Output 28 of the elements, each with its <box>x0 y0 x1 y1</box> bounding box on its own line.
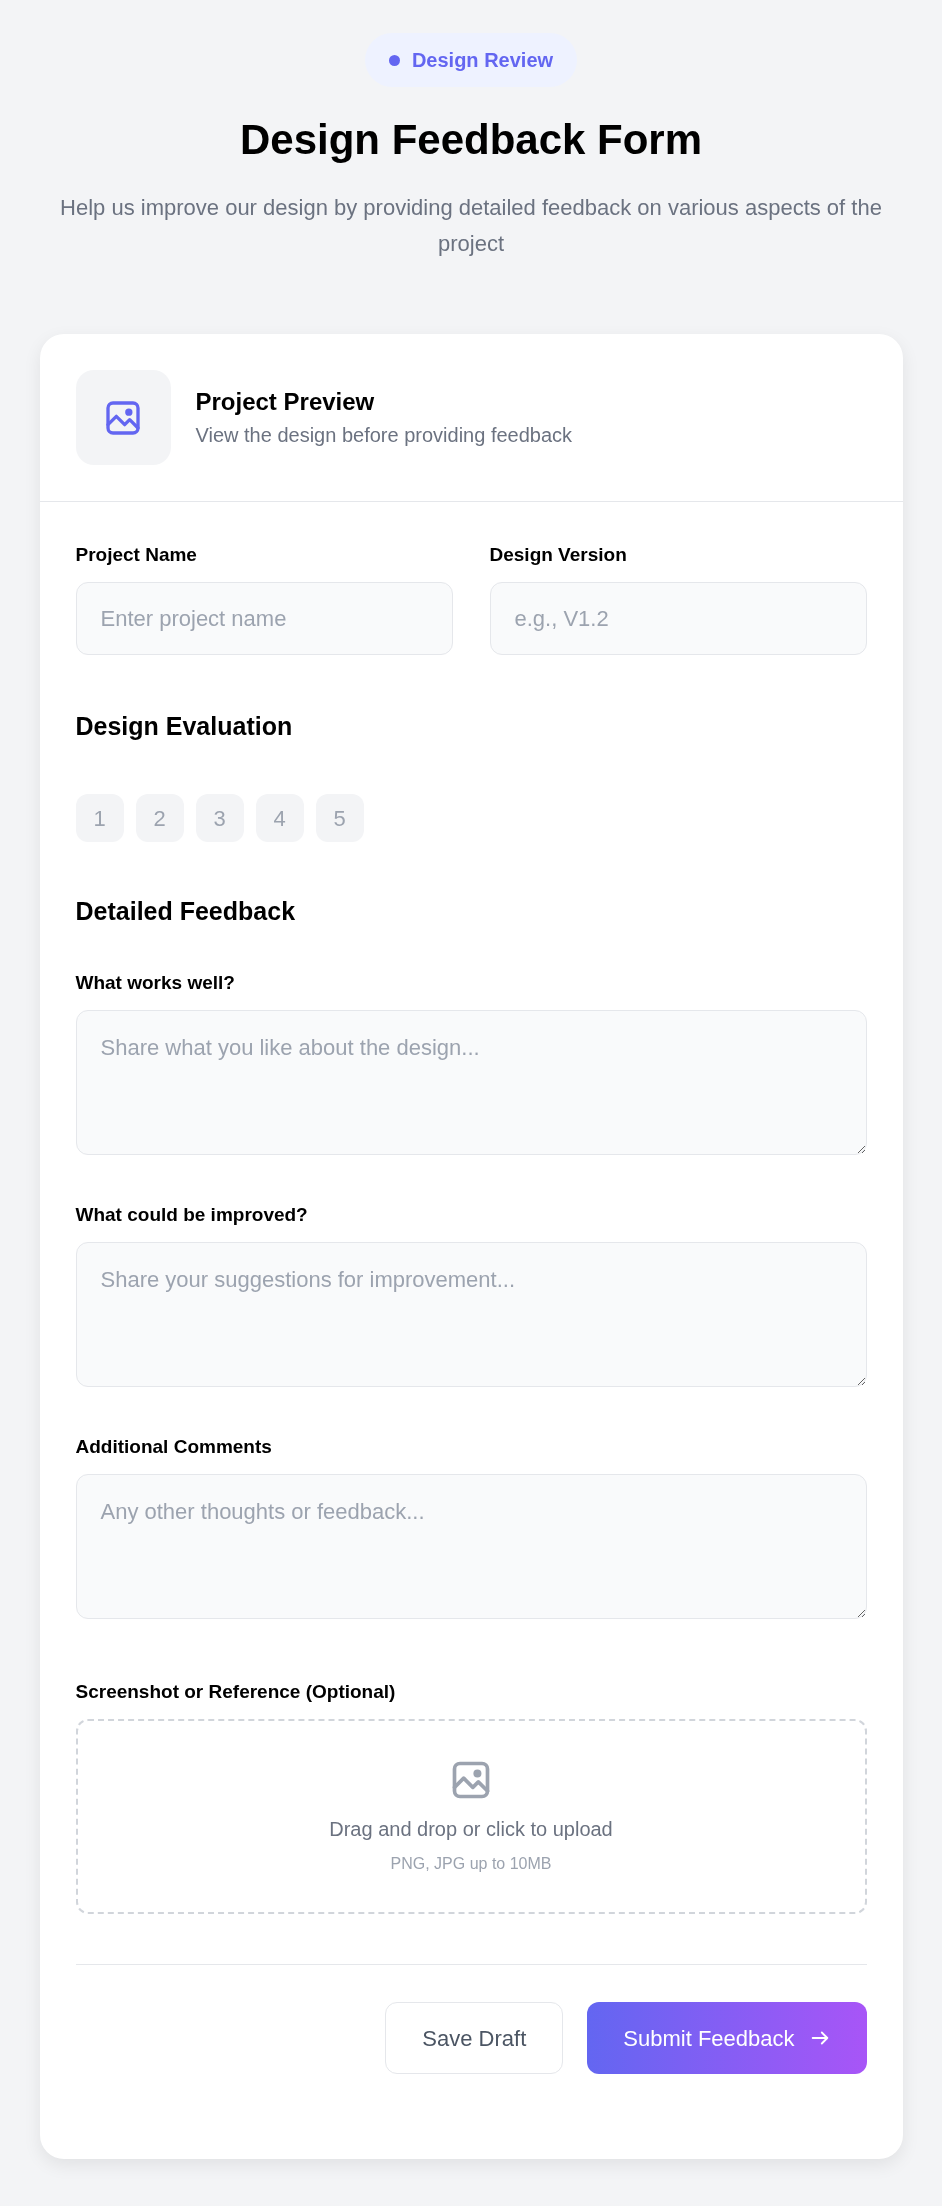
field-label: Additional Comments <box>75 1435 273 1459</box>
section-title: Project Preview <box>195 386 376 417</box>
input-field[interactable]: e.g., V1.2 <box>489 582 867 655</box>
save-draft-button[interactable]: Save Draft <box>385 2002 564 2074</box>
textarea-field[interactable]: Any other thoughts or feedback... <box>75 1474 867 1619</box>
textarea-field[interactable]: Share your suggestions for improvement... <box>75 1242 867 1387</box>
textarea-field[interactable]: Share what you like about the design... <box>75 1010 867 1155</box>
upload-hint: PNG, JPG up to 10MB <box>390 1853 552 1874</box>
field-label: What works well? <box>75 971 236 995</box>
field-label: Screenshot or Reference (Optional) <box>75 1680 397 1704</box>
section-subtitle: View the design before providing feedback <box>195 422 573 448</box>
submit-button[interactable]: Submit Feedback <box>587 2002 867 2074</box>
section-heading: Design Evaluation <box>75 711 294 741</box>
field-label: Design Version <box>489 543 628 567</box>
field-label: What could be improved? <box>75 1203 309 1227</box>
input-field[interactable]: Enter project name <box>75 582 453 655</box>
page-title: Design Feedback Form <box>239 115 703 165</box>
rating-button[interactable]: 5 <box>315 794 364 842</box>
page-subtitle: Help us improve our design by providing detailed feedback on various aspects of the project <box>59 194 883 258</box>
field-label: Project Name <box>75 543 198 567</box>
rating-button[interactable]: 4 <box>255 794 304 842</box>
rating-button[interactable]: 3 <box>195 794 244 842</box>
upload-prompt: Drag and drop or click to upload <box>329 1816 613 1842</box>
rating-button[interactable]: 2 <box>135 794 184 842</box>
rating-button[interactable]: 1 <box>75 794 124 842</box>
category-badge: Design Review <box>364 33 578 87</box>
section-heading: Detailed Feedback <box>75 896 297 926</box>
upload-dropzone[interactable]: Drag and drop or click to upload PNG, JPG up to 10MB <box>75 1719 867 1914</box>
